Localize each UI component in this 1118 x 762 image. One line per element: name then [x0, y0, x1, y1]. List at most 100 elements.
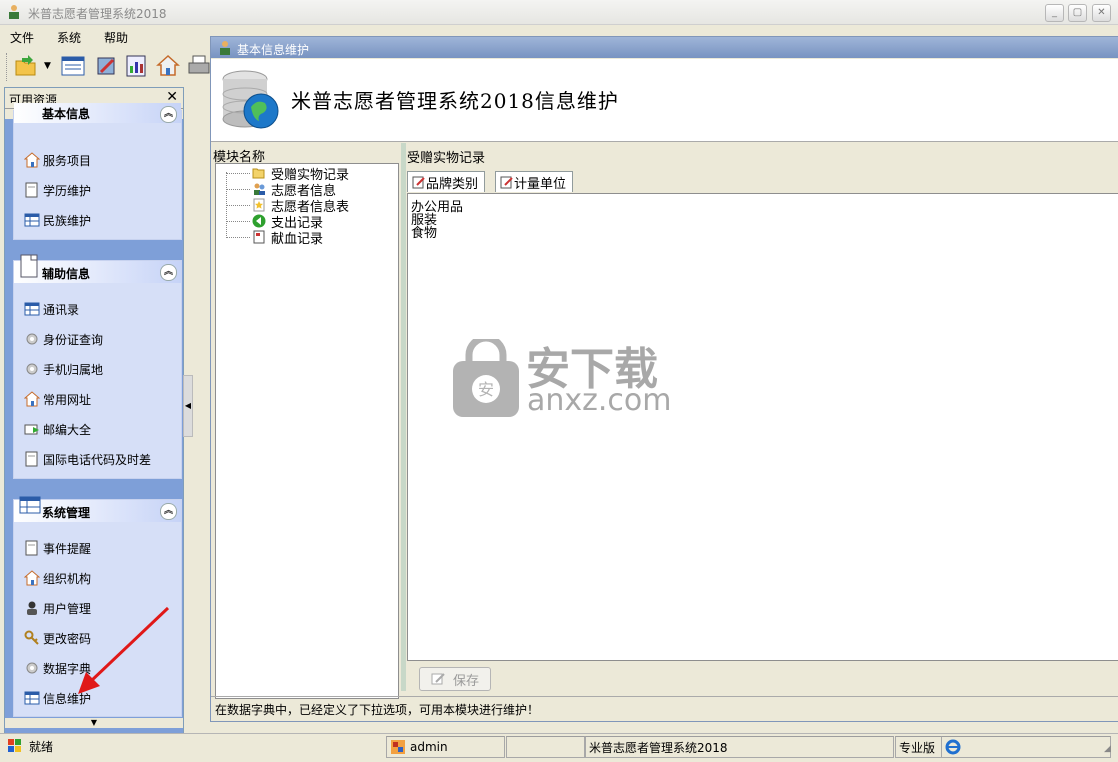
pane-splitter[interactable]	[401, 143, 406, 691]
home-icon[interactable]	[155, 52, 181, 80]
sidebar-item-intl-codes[interactable]: 国际电话代码及时差	[24, 450, 151, 468]
document-icon	[24, 182, 40, 198]
sidebar-item-contacts[interactable]: 通讯录	[24, 300, 79, 318]
save-label: 保存	[452, 673, 479, 689]
status-product-text: 米普志愿者管理系统2018	[589, 740, 728, 755]
sidebar-item-label: 民族维护	[43, 213, 92, 228]
status-browser	[941, 736, 1111, 758]
collapse-icon[interactable]: ︽	[160, 503, 177, 520]
sidebar-item-ethnicity[interactable]: 民族维护	[24, 211, 91, 229]
status-user: admin	[386, 736, 505, 758]
panel-splitter[interactable]: ◀	[183, 375, 193, 437]
maximize-button[interactable]: ▢	[1068, 4, 1087, 22]
window-title: 米普志愿者管理系统2018	[28, 7, 167, 21]
menu-help[interactable]: 帮助	[104, 29, 128, 46]
statusbar: 就绪 admin 米普志愿者管理系统2018 专业版 ◢	[0, 733, 1118, 762]
document-icon	[24, 540, 40, 556]
minimize-button[interactable]: _	[1045, 4, 1064, 22]
list-icon[interactable]	[60, 52, 86, 80]
table-icon	[24, 301, 40, 317]
module-panel: 模块名称 受赠实物记录 志愿者信息 志愿者信息表 支出记录 献血记录	[213, 143, 399, 699]
ie-icon	[945, 739, 961, 755]
sidebar-item-label: 常用网址	[43, 392, 92, 407]
lock-bag-icon: 安	[453, 339, 519, 417]
home-icon	[23, 391, 41, 407]
collapse-icon[interactable]: ︽	[160, 264, 177, 281]
svg-text:安: 安	[478, 380, 494, 399]
sidebar-item-education[interactable]: 学历维护	[24, 181, 91, 199]
table-icon	[24, 212, 40, 228]
edit-icon	[500, 176, 513, 189]
tools-icon[interactable]	[94, 52, 120, 80]
sidebar-item-websites[interactable]: 常用网址	[23, 390, 92, 408]
gear-icon	[24, 660, 40, 676]
group-header-basic-info[interactable]: 基本信息 ︽	[14, 103, 181, 123]
report-icon[interactable]	[124, 52, 150, 80]
status-ready: 就绪	[4, 736, 385, 756]
sidebar-item-postcodes[interactable]: 邮编大全	[24, 420, 91, 438]
home-icon	[23, 152, 41, 168]
table-icon	[19, 493, 41, 517]
group-title: 系统管理	[42, 506, 91, 520]
users-icon	[254, 183, 265, 195]
tree-item-blood-donation[interactable]: 献血记录	[252, 229, 324, 247]
sidebar-item-label: 事件提醒	[43, 541, 92, 556]
edit-icon	[431, 673, 445, 685]
gear-icon	[24, 331, 40, 347]
document-icon	[253, 230, 265, 244]
tab-label: 计量单位	[514, 176, 567, 192]
tree-item-label: 献血记录	[271, 231, 324, 247]
group-basic-info: 基本信息 ︽ 服务项目 学历维护 民族维护	[13, 103, 182, 240]
resize-grip-icon[interactable]: ◢	[1104, 744, 1111, 754]
sidebar-item-label: 服务项目	[43, 153, 92, 168]
database-globe-icon	[222, 70, 279, 129]
sidebar-item-label: 身份证查询	[43, 332, 104, 347]
child-window-title: 基本信息维护	[237, 43, 310, 57]
edit-icon	[412, 176, 425, 189]
window-titlebar: 米普志愿者管理系统2018 _ ▢ ✕	[0, 0, 1118, 25]
banner-heading: 米普志愿者管理系统2018信息维护	[291, 89, 619, 113]
table-icon	[24, 690, 40, 706]
sidebar-item-label: 通讯录	[43, 302, 80, 317]
group-title: 基本信息	[42, 107, 91, 121]
home-icon	[23, 570, 41, 586]
sidebar-item-label: 学历维护	[43, 183, 92, 198]
child-statusbar: 在数据字典中，已经定义了下拉选项，可用本模块进行维护！	[211, 696, 1118, 719]
child-titlebar: 基本信息维护	[211, 37, 1118, 58]
close-button[interactable]: ✕	[1092, 4, 1111, 22]
group-header-system-admin[interactable]: 系统管理 ︽	[14, 496, 181, 522]
status-empty	[506, 736, 585, 758]
sidebar-item-service[interactable]: 服务项目	[23, 151, 92, 169]
sidebar-item-organization[interactable]: 组织机构	[23, 569, 92, 587]
hint-text: 在数据字典中，已经定义了下拉选项，可用本模块进行维护！	[215, 703, 540, 717]
sidebar-item-label: 组织机构	[43, 571, 92, 586]
app-icon	[220, 41, 230, 55]
watermark: 安 安下载 anxz.com	[451, 335, 672, 425]
list-item[interactable]: 食物	[411, 222, 437, 241]
sidebar-item-reminders[interactable]: 事件提醒	[24, 539, 91, 557]
group-header-aux-info[interactable]: 辅助信息 ︽	[14, 254, 181, 283]
tab-label: 品牌类别	[426, 176, 479, 192]
menu-file[interactable]: 文件	[10, 29, 34, 46]
user-icon	[24, 600, 40, 616]
dropdown-arrow-icon[interactable]: ▼	[44, 61, 51, 71]
key-icon	[24, 630, 40, 646]
sidebar-item-id-lookup[interactable]: 身份证查询	[24, 330, 103, 348]
green-arrow-icon	[252, 214, 266, 228]
tab-unit[interactable]: 计量单位	[495, 171, 574, 192]
watermark-url: anxz.com	[527, 383, 672, 418]
red-arrow-annotation	[78, 606, 170, 694]
collapse-icon[interactable]: ︽	[160, 106, 177, 123]
tab-brand-category[interactable]: 品牌类别	[407, 171, 486, 192]
folder-open-icon	[252, 168, 265, 179]
item-listbox[interactable]: 办公用品 服装 食物	[407, 193, 1118, 661]
print-icon[interactable]	[186, 52, 212, 80]
save-button[interactable]: 保存	[419, 667, 491, 691]
sidebar-item-phone-location[interactable]: 手机归属地	[24, 360, 103, 378]
toolbar: ▼	[0, 49, 215, 85]
menu-system[interactable]: 系统	[57, 29, 81, 46]
scroll-down-icon[interactable]: ▼	[5, 718, 183, 728]
status-edition: 专业版	[895, 736, 942, 758]
group-aux-info: 辅助信息 ︽ 通讯录 身份证查询 手机归属地 常用网址 邮编大全 国际电话代码及…	[13, 254, 182, 479]
open-icon[interactable]	[13, 52, 39, 80]
